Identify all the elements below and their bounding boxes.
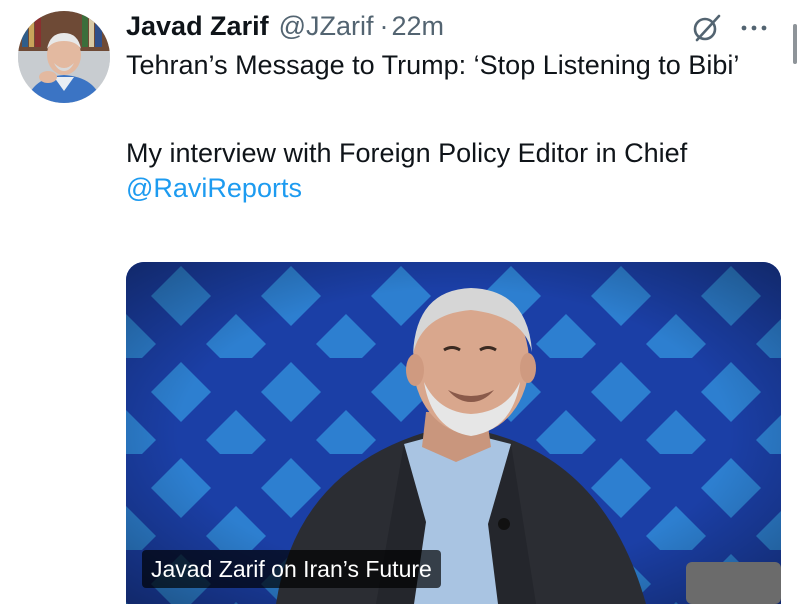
tweet-text: Tehran’s Message to Trump: ‘Stop Listeni… — [126, 48, 786, 206]
grok-icon[interactable] — [690, 11, 724, 45]
author-handle[interactable]: @JZarif — [279, 11, 374, 42]
tweet-header: Javad Zarif @JZarif · 22m — [126, 8, 444, 44]
author-name[interactable]: Javad Zarif — [126, 11, 269, 42]
tweet-text-headline: Tehran’s Message to Trump: ‘Stop Listeni… — [126, 50, 740, 80]
avatar[interactable] — [18, 11, 110, 103]
avatar-image — [18, 11, 110, 103]
mention-link[interactable]: @RaviReports — [126, 173, 302, 203]
tweet[interactable]: Javad Zarif @JZarif · 22m Tehran’s Messa… — [0, 0, 800, 604]
scrollbar-thumb[interactable] — [793, 24, 797, 64]
timestamp[interactable]: 22m — [392, 11, 445, 42]
more-options-icon[interactable] — [737, 14, 771, 42]
media-caption: Javad Zarif on Iran’s Future — [142, 550, 441, 588]
scrollbar[interactable] — [790, 0, 800, 604]
separator-dot: · — [379, 10, 389, 41]
tweet-text-body: My interview with Foreign Policy Editor … — [126, 138, 688, 168]
